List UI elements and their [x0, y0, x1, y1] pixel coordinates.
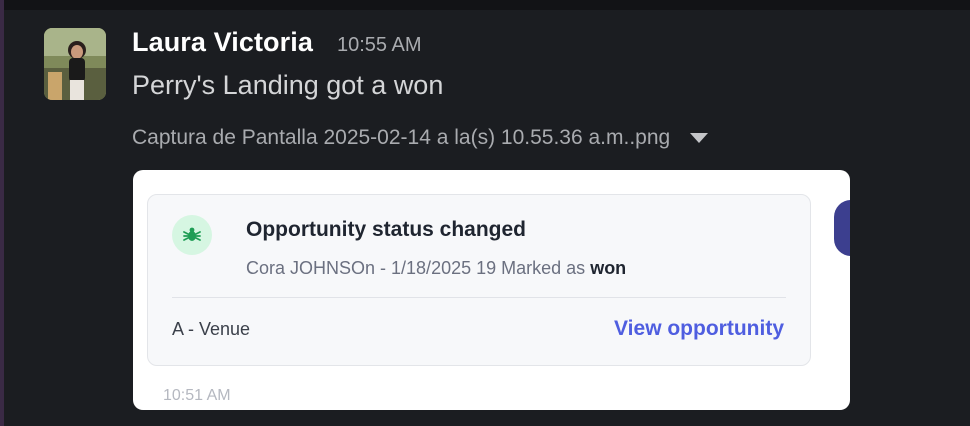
- attachment-image[interactable]: Opportunity status changed Cora JOHNSOn …: [133, 170, 850, 410]
- message-text: Perry's Landing got a won: [132, 70, 444, 100]
- card-subtitle: Cora JOHNSOn - 1/18/2025 19 Marked as wo…: [246, 258, 626, 279]
- card-status: won: [590, 258, 627, 278]
- avatar-photo: [44, 28, 106, 100]
- top-bar: [0, 0, 970, 10]
- card-divider: [172, 297, 786, 298]
- bug-icon: [172, 215, 212, 255]
- card-title: Opportunity status changed: [246, 218, 527, 241]
- card-timestamp: 10:51 AM: [163, 387, 231, 404]
- card-venue: A - Venue: [172, 319, 251, 339]
- opportunity-card: Opportunity status changed Cora JOHNSOn …: [147, 194, 811, 366]
- side-avatar-circle: [834, 200, 850, 256]
- caret-down-icon[interactable]: [690, 133, 709, 143]
- view-opportunity-link[interactable]: View opportunity: [614, 317, 784, 341]
- channel-edge: [0, 0, 4, 426]
- avatar[interactable]: [44, 28, 106, 100]
- card-subtitle-text: Cora JOHNSOn - 1/18/2025 19 Marked as: [246, 258, 586, 278]
- sender-name[interactable]: Laura Victoria: [132, 27, 313, 58]
- attachment-header: Captura de Pantalla 2025-02-14 a la(s) 1…: [132, 126, 709, 150]
- message-timestamp[interactable]: 10:55 AM: [337, 34, 422, 57]
- attachment-filename[interactable]: Captura de Pantalla 2025-02-14 a la(s) 1…: [132, 126, 670, 150]
